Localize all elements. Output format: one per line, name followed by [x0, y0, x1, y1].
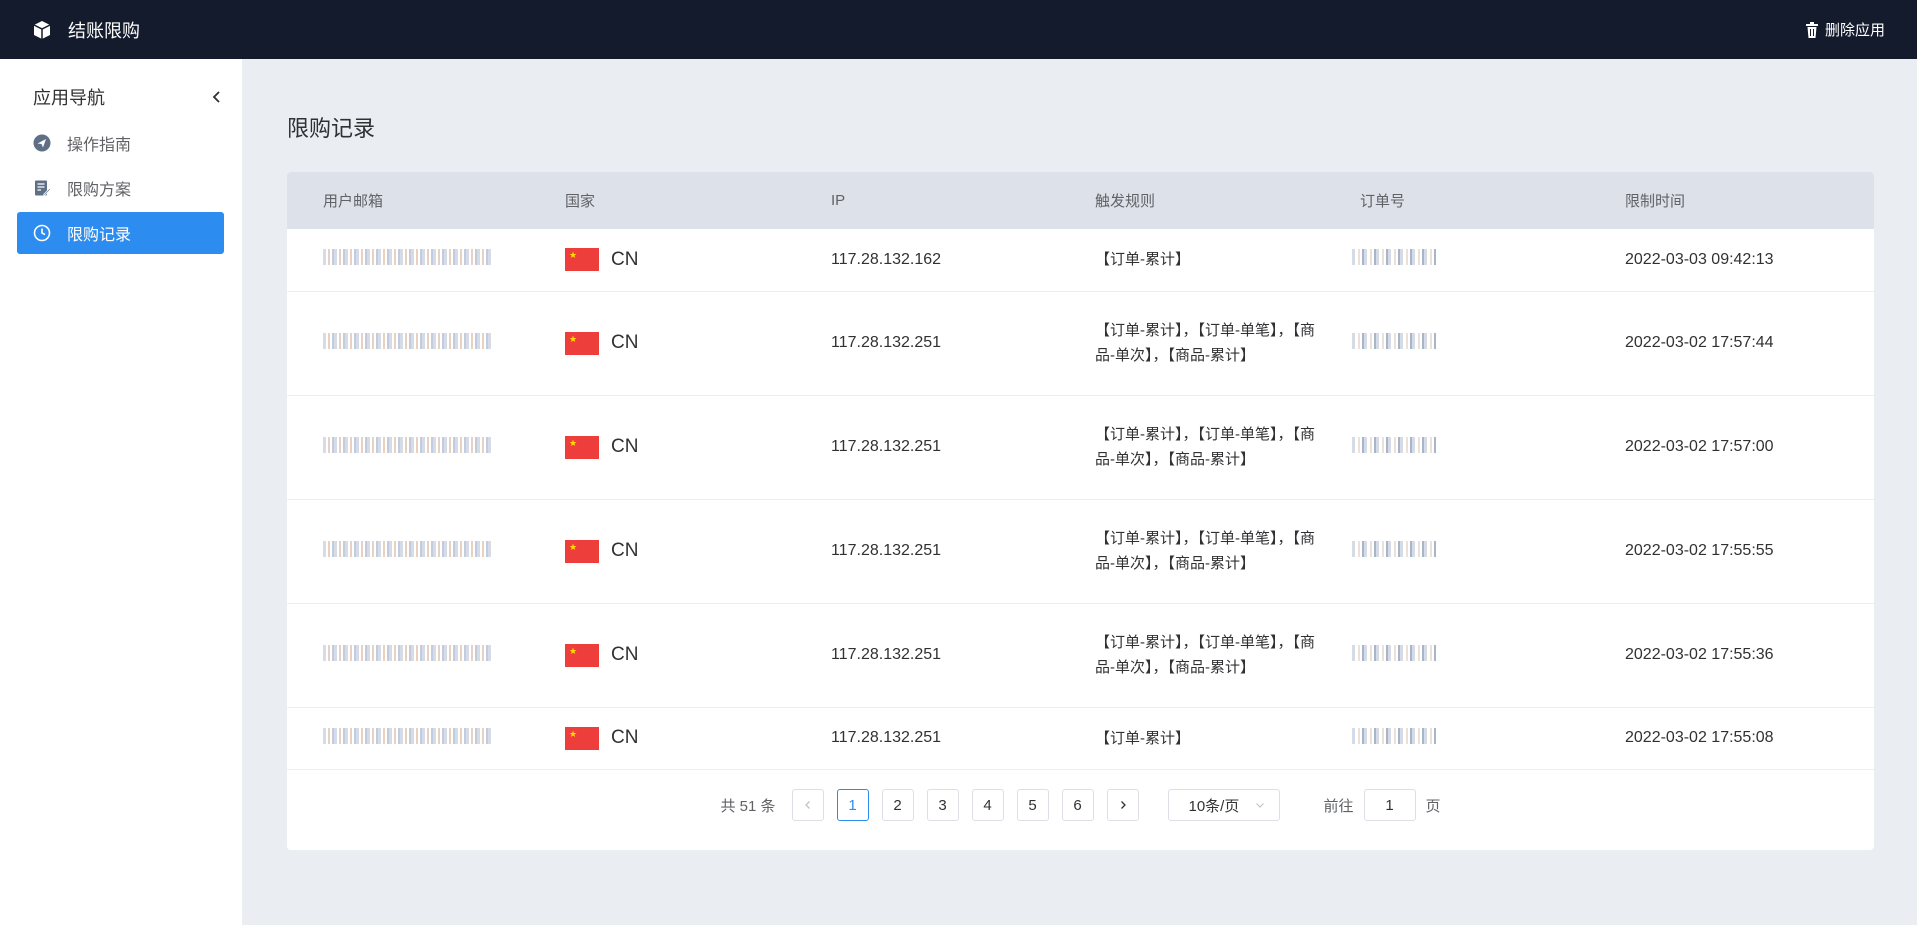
- email-redacted: [323, 540, 491, 557]
- delete-app-label: 删除应用: [1824, 22, 1885, 39]
- country-code: CN: [611, 540, 639, 561]
- app-title: 结账限购: [68, 20, 140, 41]
- column-header-ip: IP: [795, 172, 1059, 229]
- ip-cell: 117.28.132.251: [795, 395, 1059, 500]
- pagination-prev-button[interactable]: [791, 789, 824, 821]
- pagination-page-2[interactable]: 2: [881, 789, 914, 821]
- table-row: ★ CN 117.28.132.251 【订单-累计】，【订单-单笔】，【商品-单…: [287, 395, 1874, 500]
- pagination-next-button[interactable]: [1106, 789, 1139, 821]
- rule-cell: 【订单-累计】: [1095, 251, 1190, 269]
- table-row: ★ CN 117.28.132.162 【订单-累计】 2022-03-03 09…: [287, 229, 1874, 292]
- email-redacted: [323, 332, 491, 349]
- goto-prefix: 前往: [1323, 797, 1354, 815]
- country-code: CN: [611, 644, 639, 665]
- order-number-redacted: [1352, 436, 1436, 453]
- column-header-order: 订单号: [1324, 172, 1589, 229]
- time-cell: 2022-03-02 17:57:44: [1589, 291, 1874, 396]
- china-flag-icon: ★: [565, 331, 599, 355]
- trash-icon: [1805, 21, 1818, 38]
- time-cell: 2022-03-02 17:55:36: [1589, 603, 1874, 708]
- order-number-redacted: [1352, 540, 1436, 557]
- table-row: ★ CN 117.28.132.251 【订单-累计】 2022-03-02 17…: [287, 707, 1874, 770]
- pagination-page-1[interactable]: 1: [836, 789, 869, 821]
- time-cell: 2022-03-02 17:55:55: [1589, 499, 1874, 604]
- sidebar-item-label: 操作指南: [67, 137, 132, 154]
- order-number-redacted: [1352, 644, 1436, 661]
- pagination-page-4[interactable]: 4: [971, 789, 1004, 821]
- page-title: 限购记录: [287, 116, 376, 141]
- sidebar-title: 应用导航: [33, 88, 105, 108]
- table-row: ★ CN 117.28.132.251 【订单-累计】，【订单-单笔】，【商品-单…: [287, 291, 1874, 396]
- sidebar-item-plans[interactable]: 限购方案: [17, 167, 224, 209]
- ip-cell: 117.28.132.162: [795, 229, 1059, 292]
- clock-icon: [33, 224, 51, 242]
- email-redacted: [323, 727, 491, 744]
- chevron-left-icon[interactable]: [210, 90, 224, 104]
- ip-cell: 117.28.132.251: [795, 499, 1059, 604]
- pagination: 共 51 条 1 2 3 4 5 6 10条/页 前往 页: [287, 789, 1874, 821]
- page-size-value: 10条/页: [1188, 797, 1240, 815]
- rule-cell: 【订单-累计】: [1095, 729, 1190, 747]
- cube-icon: [33, 20, 51, 39]
- edit-doc-icon: [35, 180, 51, 196]
- main-content: 限购记录 用户邮箱 国家 IP 触发规则 订单号 限制时间 ★ CN 117.2…: [242, 59, 1917, 925]
- delete-app-button[interactable]: 删除应用: [1805, 19, 1885, 40]
- china-flag-icon: ★: [565, 643, 599, 667]
- sidebar-header: 应用导航: [0, 75, 242, 119]
- top-bar: 结账限购 删除应用: [0, 0, 1917, 59]
- chevron-right-icon: [1120, 801, 1126, 809]
- table-row: ★ CN 117.28.132.251 【订单-累计】，【订单-单笔】，【商品-单…: [287, 603, 1874, 708]
- email-redacted: [323, 436, 491, 453]
- email-redacted: [323, 249, 491, 266]
- column-header-time: 限制时间: [1589, 172, 1874, 229]
- goto-page-input[interactable]: [1363, 789, 1416, 821]
- china-flag-icon: ★: [565, 726, 599, 750]
- time-cell: 2022-03-02 17:55:08: [1589, 707, 1874, 770]
- country-code: CN: [611, 332, 639, 353]
- country-code: CN: [611, 727, 639, 748]
- rule-cell: 【订单-累计】，【订单-单笔】，【商品-单次】，【商品-累计】: [1095, 322, 1315, 364]
- country-code: CN: [611, 248, 639, 270]
- records-card: 用户邮箱 国家 IP 触发规则 订单号 限制时间 ★ CN 117.28.132.…: [287, 172, 1874, 850]
- table-row: ★ CN 117.28.132.251 【订单-累计】，【订单-单笔】，【商品-单…: [287, 499, 1874, 604]
- chevron-down-icon: [1255, 803, 1264, 808]
- rule-cell: 【订单-累计】，【订单-单笔】，【商品-单次】，【商品-累计】: [1095, 634, 1315, 676]
- email-redacted: [323, 644, 491, 661]
- column-header-email: 用户邮箱: [287, 172, 529, 229]
- china-flag-icon: ★: [565, 539, 599, 563]
- sidebar-item-records[interactable]: 限购记录: [17, 212, 224, 254]
- brand: 结账限购: [32, 17, 140, 43]
- table-header-row: 用户邮箱 国家 IP 触发规则 订单号 限制时间: [287, 172, 1874, 229]
- rule-cell: 【订单-累计】，【订单-单笔】，【商品-单次】，【商品-累计】: [1095, 530, 1315, 572]
- page-size-select[interactable]: 10条/页: [1167, 789, 1280, 821]
- send-icon: [33, 134, 51, 152]
- column-header-rule: 触发规则: [1059, 172, 1324, 229]
- order-number-redacted: [1352, 249, 1436, 266]
- pagination-page-5[interactable]: 5: [1016, 789, 1049, 821]
- sidebar: 应用导航 操作指南 限购方案 限购记录: [0, 59, 242, 925]
- sidebar-item-guide[interactable]: 操作指南: [17, 122, 224, 164]
- goto-suffix: 页: [1425, 797, 1441, 815]
- ip-cell: 117.28.132.251: [795, 707, 1059, 770]
- pagination-page-3[interactable]: 3: [926, 789, 959, 821]
- column-header-country: 国家: [529, 172, 795, 229]
- sidebar-item-label: 限购记录: [67, 227, 132, 244]
- order-number-redacted: [1352, 727, 1436, 744]
- order-number-redacted: [1352, 332, 1436, 349]
- ip-cell: 117.28.132.251: [795, 291, 1059, 396]
- records-table: 用户邮箱 国家 IP 触发规则 订单号 限制时间 ★ CN 117.28.132.…: [287, 172, 1874, 770]
- sidebar-item-label: 限购方案: [67, 182, 132, 199]
- china-flag-icon: ★: [565, 435, 599, 459]
- pagination-total: 共 51 条: [720, 797, 776, 815]
- china-flag-icon: ★: [565, 248, 599, 272]
- time-cell: 2022-03-02 17:57:00: [1589, 395, 1874, 500]
- country-code: CN: [611, 436, 639, 457]
- rule-cell: 【订单-累计】，【订单-单笔】，【商品-单次】，【商品-累计】: [1095, 426, 1315, 468]
- ip-cell: 117.28.132.251: [795, 603, 1059, 708]
- time-cell: 2022-03-03 09:42:13: [1589, 229, 1874, 292]
- chevron-left-icon: [804, 801, 810, 809]
- pagination-page-6[interactable]: 6: [1061, 789, 1094, 821]
